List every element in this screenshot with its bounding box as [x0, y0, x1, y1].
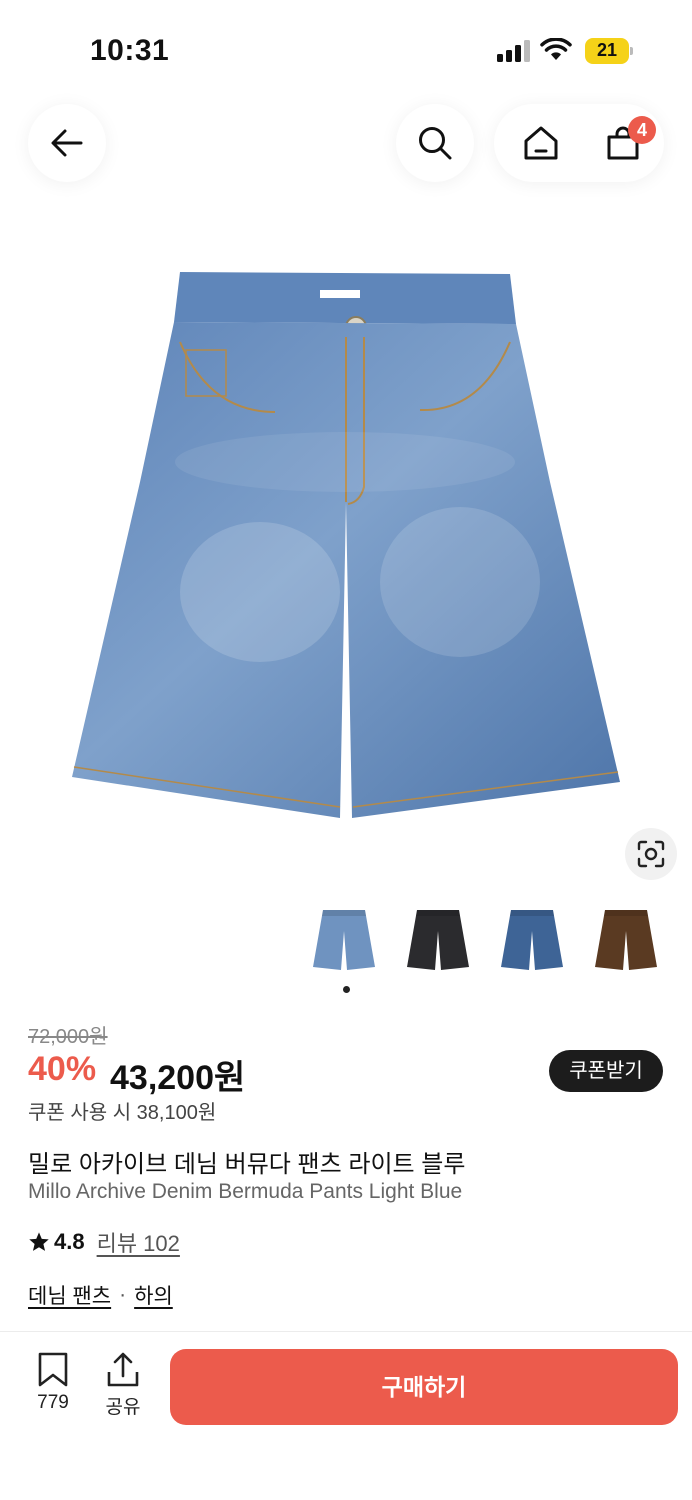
bookmark-button[interactable]: 779 [30, 1352, 76, 1422]
status-time: 10:31 [90, 34, 170, 67]
buy-button[interactable]: 구매하기 [170, 1349, 678, 1425]
search-icon [419, 127, 452, 160]
thumbnail-light-blue[interactable] [306, 900, 382, 980]
category-breadcrumb: 데님 팬츠 · 하의 [28, 1280, 173, 1310]
original-price: 72,000원 [28, 1026, 108, 1048]
battery-level: 21 [596, 40, 618, 60]
home-icon [524, 126, 558, 160]
bookmark-icon [38, 1352, 68, 1387]
rating-row: 4.8 리뷰 102 [28, 1226, 180, 1258]
category-bottoms[interactable]: 하의 [134, 1280, 173, 1310]
product-image[interactable] [60, 262, 632, 832]
thumbnail-mid-blue[interactable] [494, 900, 570, 980]
rating-value: 4.8 [54, 1229, 85, 1254]
cellular-signal-icon [497, 40, 530, 62]
cart-count-badge: 4 [628, 116, 656, 144]
category-separator: · [119, 1283, 127, 1306]
camera-scan-icon [637, 840, 665, 868]
cart-button[interactable] [588, 104, 658, 182]
battery-icon: 21 [585, 38, 633, 64]
product-name-english: Millo Archive Denim Bermuda Pants Light … [28, 1180, 463, 1203]
category-denim-pants[interactable]: 데님 팬츠 [28, 1280, 111, 1310]
discount-rate: 40% [28, 1050, 97, 1088]
shorts-thumbnail-image [313, 910, 375, 970]
share-label: 공유 [105, 1397, 141, 1418]
wifi-icon [540, 38, 572, 60]
coupon-price: 쿠폰 사용 시 38,100원 [28, 1102, 217, 1124]
shorts-thumbnail-image [407, 910, 469, 970]
thumbnail-black[interactable] [400, 900, 476, 980]
bookmark-count: 779 [37, 1392, 69, 1413]
color-thumbnails [306, 900, 664, 980]
home-button[interactable] [506, 104, 576, 182]
share-icon [107, 1352, 139, 1387]
product-name-korean: 밀로 아카이브 데님 버뮤다 팬츠 라이트 블루 [28, 1151, 466, 1178]
status-bar: 10:31 21 [0, 0, 692, 100]
arrow-left-icon [51, 129, 83, 157]
get-coupon-button[interactable]: 쿠폰받기 [549, 1050, 663, 1092]
search-button[interactable] [396, 104, 474, 182]
carousel-indicator [343, 986, 350, 993]
divider [0, 1331, 692, 1332]
star-icon [29, 1232, 49, 1251]
shorts-thumbnail-image [595, 910, 657, 970]
shorts-thumbnail-image [501, 910, 563, 970]
review-link[interactable]: 리뷰 102 [97, 1226, 180, 1258]
thumbnail-brown[interactable] [588, 900, 664, 980]
sale-price: 43,200원 [110, 1059, 246, 1097]
visual-search-button[interactable] [625, 828, 677, 880]
share-button[interactable]: 공유 [100, 1352, 146, 1422]
back-button[interactable] [28, 104, 106, 182]
